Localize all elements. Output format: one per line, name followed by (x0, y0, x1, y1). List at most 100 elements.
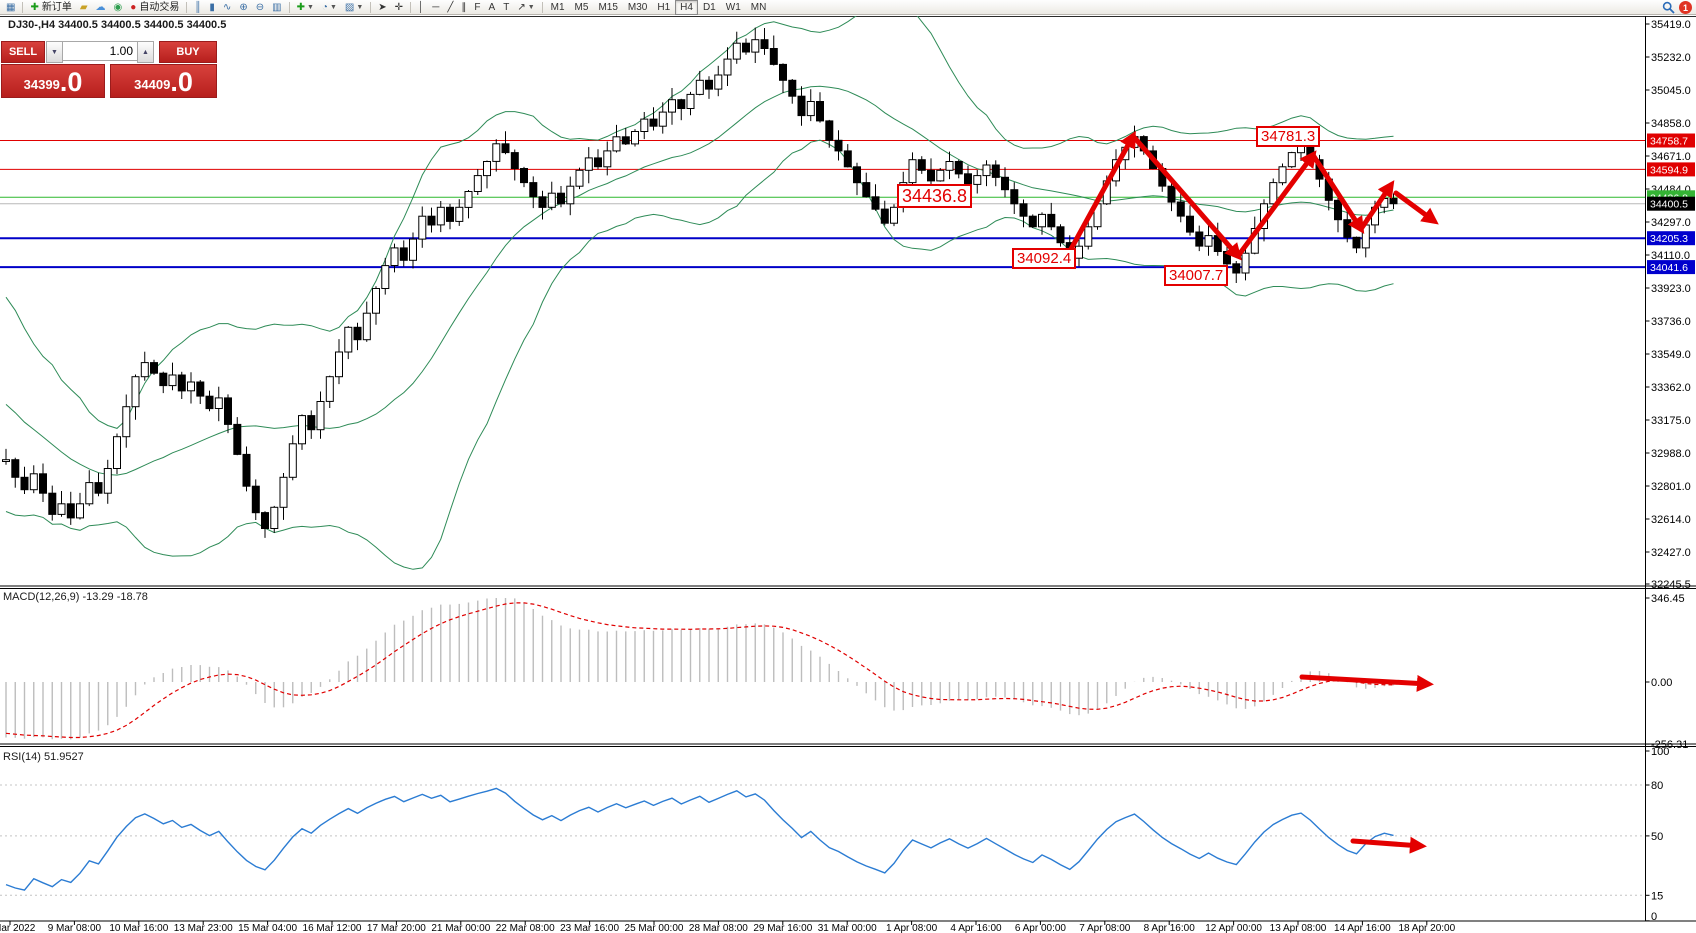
cursor-icon[interactable]: ➤ (374, 0, 390, 15)
horizontal-line-icon[interactable]: ─ (428, 0, 443, 15)
main-toolbar: ▦✚新订单▰☁◉●自动交易║▮∿⊕⊖▥✚▼◔▼▨▼➤✛│─╱∥FAT↗▼ M1M… (0, 0, 1696, 15)
svg-text:28 Mar 08:00: 28 Mar 08:00 (689, 923, 748, 933)
volume-input[interactable] (63, 41, 137, 61)
timeframe-button-h1[interactable]: H1 (652, 0, 675, 15)
line-chart-icon[interactable]: ∿ (219, 0, 235, 15)
svg-text:1 Apr 08:00: 1 Apr 08:00 (886, 923, 938, 933)
toolbar-separator (370, 2, 371, 13)
price-annotation[interactable]: 34092.4 (1012, 248, 1076, 269)
svg-text:100: 100 (1651, 746, 1669, 758)
candle-chart-icon: ▮ (209, 1, 215, 14)
svg-text:17 Mar 20:00: 17 Mar 20:00 (367, 923, 426, 933)
channel-icon[interactable]: ∥ (457, 0, 470, 15)
svg-text:80: 80 (1651, 780, 1663, 792)
volume-decrease-button[interactable]: ▼ (46, 41, 63, 63)
timeframe-button-m5[interactable]: M5 (570, 0, 594, 15)
price-annotation[interactable]: 34436.8 (897, 184, 972, 208)
tile-windows-icon[interactable]: ▥ (268, 0, 285, 15)
timeframe-button-w1[interactable]: W1 (721, 0, 746, 15)
signal-icon[interactable]: ◉ (110, 0, 127, 15)
svg-text:16 Mar 12:00: 16 Mar 12:00 (303, 923, 362, 933)
rsi-label: RSI(14) 51.9527 (3, 751, 84, 763)
crosshair-icon: ✛ (395, 1, 403, 14)
svg-text:0.00: 0.00 (1651, 677, 1672, 689)
toolbar-separator (186, 2, 187, 13)
line-chart-icon: ∿ (223, 1, 231, 14)
svg-text:50: 50 (1651, 831, 1663, 843)
svg-text:34594.9: 34594.9 (1650, 164, 1688, 176)
sell-button[interactable]: SELL (1, 41, 45, 63)
svg-text:32988.0: 32988.0 (1651, 448, 1691, 460)
svg-text:13 Mar 23:00: 13 Mar 23:00 (174, 923, 233, 933)
svg-text:21 Mar 00:00: 21 Mar 00:00 (431, 923, 490, 933)
tile-windows-icon: ▥ (272, 1, 281, 14)
timeframe-button-m30[interactable]: M30 (623, 0, 652, 15)
cloud-icon: ☁ (96, 1, 106, 14)
svg-text:29 Mar 16:00: 29 Mar 16:00 (753, 923, 812, 933)
macd-label: MACD(12,26,9) -13.29 -18.78 (3, 591, 148, 603)
buy-button[interactable]: BUY (159, 41, 217, 63)
svg-text:35232.0: 35232.0 (1651, 52, 1691, 64)
svg-text:35045.0: 35045.0 (1651, 85, 1691, 97)
ask-price[interactable]: 34409 .0 (110, 64, 217, 98)
zoom-out-icon[interactable]: ⊖ (252, 0, 268, 15)
zoom-in-icon[interactable]: ⊕ (235, 0, 251, 15)
svg-text:34297.0: 34297.0 (1651, 217, 1691, 229)
crosshair-icon[interactable]: ✛ (391, 0, 407, 15)
cloud-icon[interactable]: ☁ (92, 0, 110, 15)
svg-text:33175.0: 33175.0 (1651, 415, 1691, 427)
toolbar-separator (410, 2, 411, 13)
period-clock-icon[interactable]: ◔▼ (318, 0, 341, 15)
svg-text:346.45: 346.45 (1651, 593, 1685, 605)
add-indicator-icon[interactable]: ✚▼ (293, 0, 318, 15)
svg-text:9 Mar 08:00: 9 Mar 08:00 (48, 923, 102, 933)
label-icon[interactable]: T (499, 0, 513, 15)
svg-text:13 Apr 08:00: 13 Apr 08:00 (1270, 923, 1327, 933)
timeframe-button-m15[interactable]: M15 (593, 0, 622, 15)
templates-icon: ▨ (345, 1, 354, 14)
volume-increase-button[interactable]: ▲ (137, 41, 154, 63)
svg-text:12 Apr 00:00: 12 Apr 00:00 (1205, 923, 1262, 933)
fibonacci-icon[interactable]: F (470, 0, 484, 15)
new-order-button[interactable]: ✚新订单 (26, 0, 75, 15)
arrows-icon[interactable]: ↗▼ (513, 0, 538, 15)
timeframe-button-d1[interactable]: D1 (698, 0, 721, 15)
svg-text:7 Apr 08:00: 7 Apr 08:00 (1079, 923, 1131, 933)
bar-chart-icon[interactable]: ║ (190, 0, 205, 15)
search-icon[interactable] (1662, 1, 1675, 14)
chart-canvas[interactable]: 35419.035232.035045.034858.034671.034484… (0, 0, 1696, 933)
label-icon: T (503, 1, 509, 14)
ingot-icon[interactable]: ▰ (76, 0, 92, 15)
signal-icon: ◉ (114, 1, 123, 14)
chart-window-icon[interactable]: ▦ (2, 0, 19, 15)
notification-badge[interactable]: 1 (1679, 1, 1692, 14)
svg-text:18 Apr 20:00: 18 Apr 20:00 (1398, 923, 1455, 933)
text-icon: A (489, 1, 496, 14)
price-annotation[interactable]: 34007.7 (1164, 265, 1228, 286)
svg-text:34858.0: 34858.0 (1651, 118, 1691, 130)
bid-price[interactable]: 34399 .0 (1, 64, 105, 98)
toolbar-separator (22, 2, 23, 13)
vertical-line-icon[interactable]: │ (414, 0, 428, 15)
chevron-down-icon: ▼ (307, 1, 314, 14)
autotrading-button[interactable]: ●自动交易 (126, 0, 183, 15)
autotrading-button: ● (130, 1, 136, 14)
svg-text:32245.5: 32245.5 (1651, 579, 1691, 591)
price-annotation[interactable]: 34781.3 (1256, 126, 1320, 147)
candle-chart-icon[interactable]: ▮ (205, 0, 219, 15)
svg-text:33549.0: 33549.0 (1651, 349, 1691, 361)
toolbar-separator (542, 2, 543, 13)
timeframe-button-h4[interactable]: H4 (675, 0, 698, 15)
svg-text:34671.0: 34671.0 (1651, 151, 1691, 163)
svg-text:8 Mar 2022: 8 Mar 2022 (0, 923, 36, 933)
timeframe-button-mn[interactable]: MN (746, 0, 772, 15)
volume-stepper: ▼ ▲ (46, 41, 158, 63)
svg-text:6 Apr 00:00: 6 Apr 00:00 (1015, 923, 1067, 933)
templates-icon[interactable]: ▨▼ (341, 0, 367, 15)
one-click-trading-panel: SELL ▼ ▲ BUY 34399 .0 34409 .0 (1, 41, 217, 98)
svg-text:25 Mar 00:00: 25 Mar 00:00 (625, 923, 684, 933)
trendline-icon[interactable]: ╱ (443, 0, 457, 15)
text-icon[interactable]: A (485, 0, 500, 15)
timeframe-button-m1[interactable]: M1 (546, 0, 570, 15)
chevron-down-icon: ▼ (356, 1, 363, 14)
